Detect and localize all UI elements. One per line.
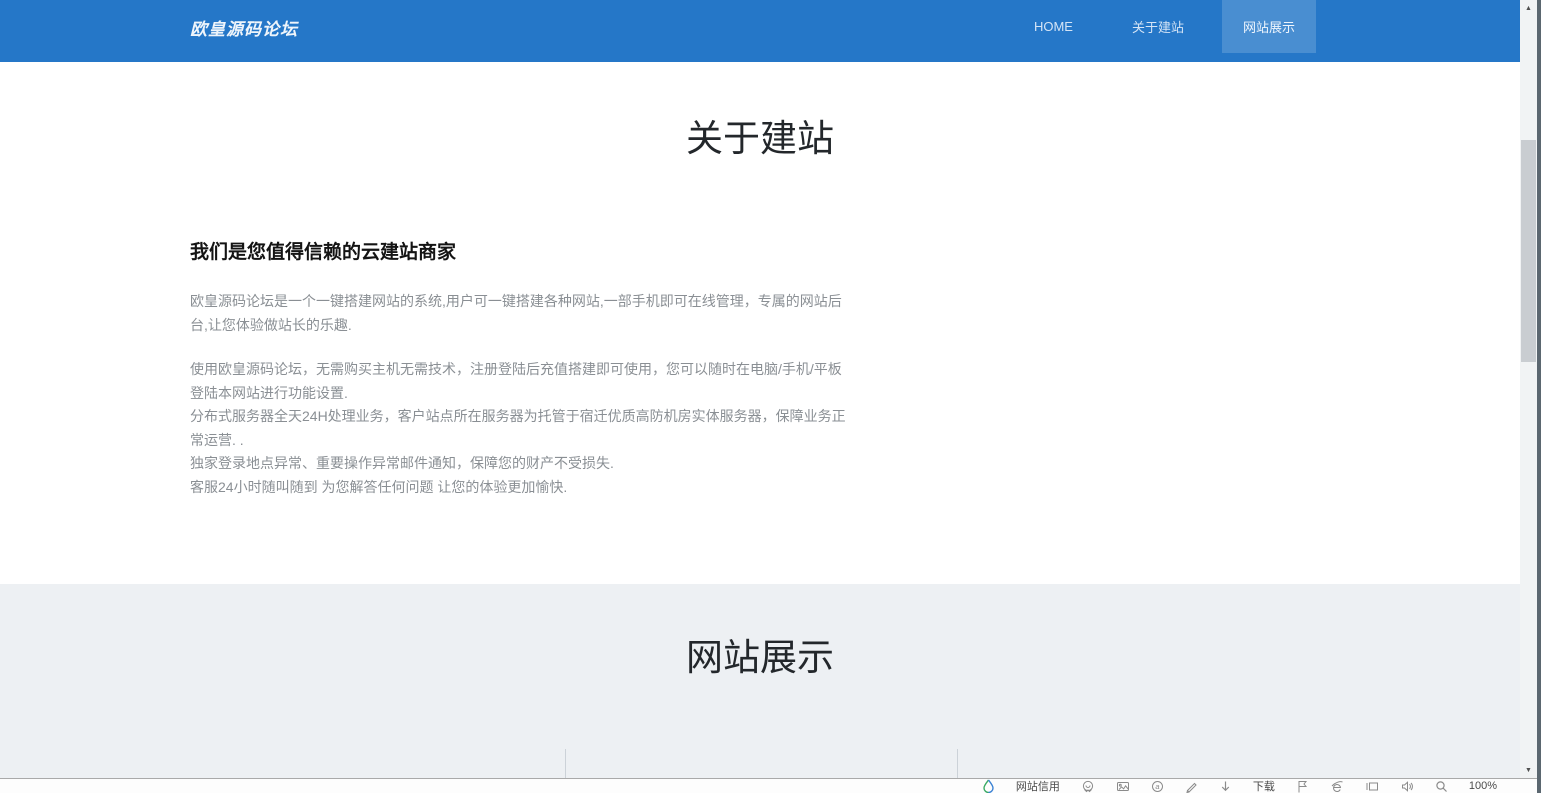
scroll-down-button[interactable]: ▼ [1520,762,1537,778]
about-body: 我们是您值得信赖的云建站商家 欧皇源码论坛是一个一键搭建网站的系统,用户可一键搭… [190,237,848,499]
about-section: 关于建站 我们是您值得信赖的云建站商家 欧皇源码论坛是一个一键搭建网站的系统,用… [0,62,1520,584]
about-feature-lines: 使用欧皇源码论坛，无需购买主机无需技术，注册登陆后充值搭建即可使用，您可以随时在… [190,358,848,499]
pen-edit-icon[interactable] [1185,780,1198,793]
scroll-up-button[interactable]: ▲ [1520,0,1537,16]
ie-compat-icon[interactable] [1330,780,1344,793]
window-right-edge [1537,0,1541,793]
showcase-section: 网站展示 [0,584,1520,778]
zoom-search-icon[interactable] [1435,780,1448,793]
main-nav: HOME 关于建站 网站展示 [996,0,1316,53]
download-arrow-icon[interactable] [1219,780,1232,793]
feature-line: 独家登录地点异常、重要操作异常邮件通知，保障您的财产不受损失. [190,452,848,476]
showcase-card[interactable] [190,749,565,778]
feature-line: 分布式服务器全天24H处理业务，客户站点所在服务器为托管于宿迁优质高防机房实体服… [190,405,848,452]
image-capture-icon[interactable] [1116,780,1130,793]
feature-line: 客服24小时随叫随到 为您解答任何问题 让您的体验更加愉快. [190,476,848,500]
about-title: 关于建站 [0,117,1520,161]
site-credit-drop-icon[interactable] [982,779,995,793]
site-credit-label[interactable]: 网站信用 [1016,778,1060,793]
about-paragraph: 欧皇源码论坛是一个一键搭建网站的系统,用户可一键搭建各种网站,一部手机即可在线管… [190,290,848,337]
webpage: 欧皇源码论坛 HOME 关于建站 网站展示 关于建站 我们是您值得信赖的云建站商… [0,0,1520,778]
vertical-scrollbar[interactable]: ▲ ▼ [1520,0,1537,778]
speaker-icon[interactable] [1400,780,1414,793]
showcase-title: 网站展示 [0,636,1520,680]
site-logo[interactable]: 欧皇源码论坛 [190,15,298,40]
feature-line: 使用欧皇源码论坛，无需购买主机无需技术，注册登陆后充值搭建即可使用，您可以随时在… [190,358,848,405]
showcase-cards-row [190,749,1330,778]
nav-item-showcase[interactable]: 网站展示 [1222,0,1316,53]
svg-text:a: a [1155,782,1159,791]
nav-item-about[interactable]: 关于建站 [1111,0,1205,53]
site-header: 欧皇源码论坛 HOME 关于建站 网站展示 [0,0,1520,62]
about-subtitle: 我们是您值得信赖的云建站商家 [190,237,848,264]
showcase-card[interactable] [565,749,957,778]
nav-item-home[interactable]: HOME [1013,0,1094,53]
reader-mode-icon[interactable]: a [1151,780,1164,793]
browser-status-bar: 网站信用 a [0,778,1541,793]
scrollbar-thumb[interactable] [1521,140,1536,362]
credit-seal-icon[interactable] [1081,780,1095,793]
split-window-icon[interactable] [1365,780,1379,793]
browser-window: 欧皇源码论坛 HOME 关于建站 网站展示 关于建站 我们是您值得信赖的云建站商… [0,0,1541,793]
showcase-card[interactable] [957,749,1330,778]
download-label[interactable]: 下载 [1253,778,1275,793]
flag-icon[interactable] [1296,780,1309,793]
zoom-level[interactable]: 100% [1469,780,1497,792]
